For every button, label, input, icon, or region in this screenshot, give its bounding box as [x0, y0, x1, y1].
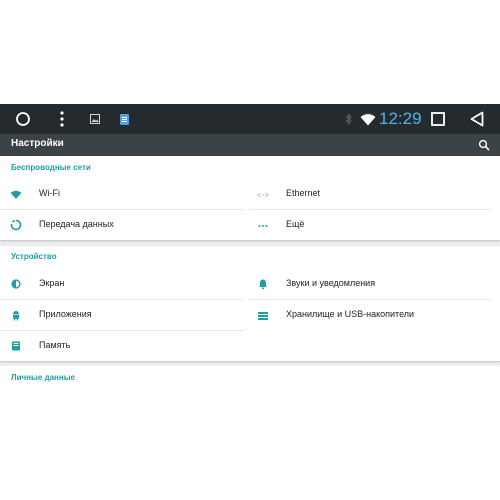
wireless-section: Беспроводные сети Wi-Fi Ethernet Передач… [0, 156, 500, 240]
settings-item-label: Звуки и уведомления [286, 278, 376, 288]
settings-item-display[interactable]: Экран [0, 269, 245, 299]
personal-section: Личные данные [0, 366, 500, 500]
ethernet-icon [257, 187, 271, 201]
settings-item-label: Ещё [286, 219, 305, 229]
status-bar: 12:29 [0, 104, 500, 134]
gallery-notification-icon [88, 104, 102, 134]
settings-item-memory[interactable]: Память [0, 331, 245, 361]
settings-item-label: Ethernet [286, 188, 321, 198]
storage-icon [257, 308, 271, 322]
memory-icon [10, 339, 24, 353]
page-title: Настройки [11, 138, 64, 149]
bell-icon [257, 277, 271, 291]
section-title-personal: Личные данные [11, 373, 75, 382]
search-icon[interactable] [478, 138, 492, 152]
android-icon [10, 308, 24, 322]
settings-content: Беспроводные сети Wi-Fi Ethernet Передач… [0, 156, 500, 500]
clock: 12:29 [379, 109, 422, 128]
settings-item-label: Передача данных [39, 219, 114, 229]
settings-item-apps[interactable]: Приложения [0, 300, 245, 330]
bluetooth-icon [343, 104, 355, 134]
settings-item-more[interactable]: Ещё [247, 210, 500, 240]
square-recents-icon[interactable] [429, 104, 447, 134]
data-usage-icon [10, 218, 24, 232]
settings-item-wifi[interactable]: Wi-Fi [0, 179, 245, 209]
settings-item-sound[interactable]: Звуки и уведомления [247, 269, 500, 299]
section-title-device: Устройство [11, 252, 57, 261]
wifi-icon [10, 187, 24, 201]
settings-item-ethernet[interactable]: Ethernet [247, 179, 500, 209]
wifi-signal-icon [359, 104, 377, 134]
section-title-wireless: Беспроводные сети [11, 163, 91, 172]
circle-home-icon[interactable] [12, 104, 34, 134]
doc-notification-icon [117, 104, 131, 134]
device-section: Устройство Экран Звуки и уведомления При… [0, 246, 500, 361]
settings-item-data-usage[interactable]: Передача данных [0, 210, 245, 240]
settings-item-label: Wi-Fi [39, 188, 60, 198]
settings-item-label: Память [39, 340, 71, 350]
brightness-icon [10, 277, 24, 291]
app-toolbar: Настройки [0, 134, 500, 156]
settings-item-label: Хранилище и USB-накопители [286, 309, 415, 319]
triangle-back-icon[interactable] [468, 104, 486, 134]
settings-item-label: Экран [39, 278, 65, 288]
more-icon [257, 218, 271, 232]
vertical-dots-icon[interactable] [55, 104, 69, 134]
settings-item-label: Приложения [39, 309, 92, 319]
settings-item-storage[interactable]: Хранилище и USB-накопители [247, 300, 500, 330]
